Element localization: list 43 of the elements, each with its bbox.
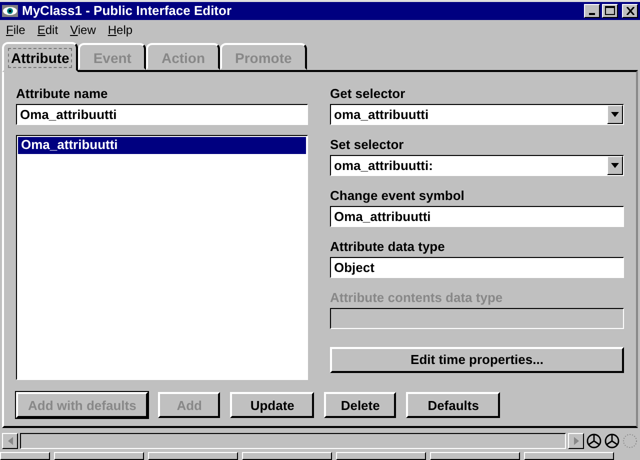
- maximize-icon: [605, 6, 615, 16]
- scroll-track[interactable]: [20, 433, 566, 450]
- close-icon: [626, 6, 634, 15]
- field-label: Attribute name: [16, 86, 109, 103]
- field-label: Attribute data type: [330, 238, 446, 256]
- close-button[interactable]: [622, 4, 638, 18]
- menu-item[interactable]: Help: [108, 22, 133, 37]
- wheel-icon[interactable]: [604, 433, 620, 450]
- field-label: Change event symbol: [330, 188, 466, 205]
- scroll-left-icon[interactable]: [2, 433, 18, 450]
- menu-item[interactable]: Edit: [37, 22, 58, 37]
- eye-icon: [2, 4, 18, 17]
- window-title: MyClass1 - Public Interface Editor: [22, 3, 232, 18]
- attribute-list[interactable]: Oma_attribuutti: [16, 134, 308, 380]
- input-field[interactable]: Oma_attribuutti: [330, 206, 624, 227]
- input-field[interactable]: Oma_attribuutti: [16, 104, 308, 125]
- minimize-button[interactable]: [584, 4, 600, 18]
- taskbar-button[interactable]: [0, 452, 50, 460]
- scroll-right-icon[interactable]: [568, 433, 584, 450]
- maximize-button[interactable]: [602, 4, 618, 18]
- action-button[interactable]: Update: [230, 392, 314, 418]
- taskbar-button[interactable]: [148, 452, 238, 460]
- edit-time-properties-button[interactable]: Edit time properties...: [330, 346, 624, 373]
- action-button[interactable]: Defaults: [406, 392, 500, 418]
- taskbar-button[interactable]: [524, 452, 614, 460]
- list-item[interactable]: Oma_attribuutti: [18, 136, 306, 154]
- menu-item[interactable]: File: [6, 22, 26, 37]
- field-label: Get selector: [330, 86, 406, 103]
- taskbar-button[interactable]: [54, 452, 144, 460]
- field-label: Set selector: [330, 136, 405, 154]
- taskbar-button[interactable]: [242, 452, 332, 460]
- taskbar-button[interactable]: [336, 452, 426, 460]
- dotted-circle-icon[interactable]: [622, 433, 638, 450]
- wheel-icon[interactable]: [586, 433, 602, 450]
- taskbar-button[interactable]: [430, 452, 520, 460]
- action-button[interactable]: Delete: [324, 392, 396, 418]
- tab[interactable]: Attribute: [2, 42, 78, 72]
- dropdown-field[interactable]: oma_attribuutti:: [330, 154, 624, 176]
- menu-item[interactable]: View: [70, 22, 96, 37]
- input-field[interactable]: Object: [330, 256, 624, 278]
- dropdown-field[interactable]: oma_attribuutti: [330, 104, 624, 125]
- field-label: Attribute contents data type: [330, 290, 504, 307]
- minimize-icon: [589, 12, 595, 15]
